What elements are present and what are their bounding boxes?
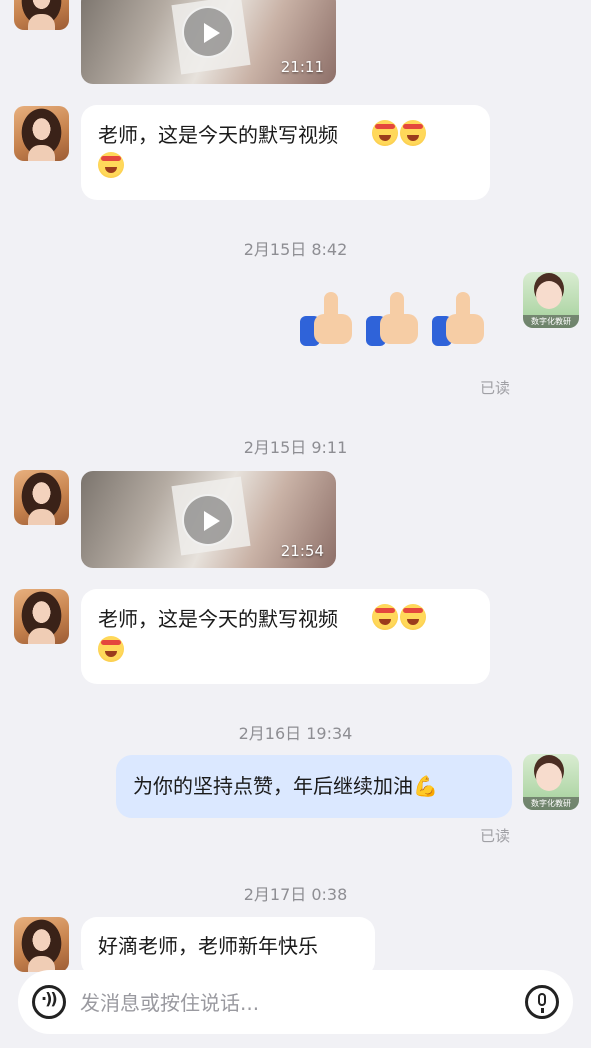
message-bubble[interactable]: 好滴老师，老师新年快乐 bbox=[81, 917, 375, 977]
play-icon[interactable] bbox=[182, 6, 234, 58]
timestamp: 2月16日 19:34 bbox=[238, 724, 353, 743]
microphone-icon[interactable] bbox=[525, 985, 559, 1019]
avatar-caption: 数字化教研 bbox=[523, 315, 579, 328]
message-text: 老师，这是今天的默写视频 bbox=[98, 123, 338, 147]
video-message[interactable]: 21:54 bbox=[81, 471, 336, 568]
voice-icon[interactable] bbox=[32, 985, 66, 1019]
student-avatar[interactable] bbox=[14, 106, 69, 161]
message-text: 为你的坚持点赞，年后继续加油 bbox=[133, 774, 413, 798]
message-input-bar[interactable]: 发消息或按住说话... bbox=[18, 970, 573, 1034]
grin-emoji-icon bbox=[372, 120, 399, 146]
thumbs-up-icon bbox=[432, 292, 488, 348]
message-input[interactable]: 发消息或按住说话... bbox=[80, 987, 259, 1016]
student-avatar[interactable] bbox=[14, 589, 69, 644]
message-bubble[interactable]: 老师，这是今天的默写视频 bbox=[81, 105, 490, 200]
thumbs-up-emoji-message[interactable] bbox=[300, 292, 490, 352]
thumbs-up-icon bbox=[366, 292, 422, 348]
message-text: 老师，这是今天的默写视频 bbox=[98, 607, 338, 631]
video-duration: 21:54 bbox=[280, 542, 324, 560]
video-duration: 21:11 bbox=[280, 58, 324, 76]
video-message[interactable]: 21:11 bbox=[81, 0, 336, 84]
timestamp: 2月15日 8:42 bbox=[243, 240, 348, 259]
student-avatar[interactable] bbox=[14, 470, 69, 525]
teacher-avatar[interactable]: 数字化教研 bbox=[523, 272, 579, 328]
read-status: 已读 bbox=[479, 827, 510, 845]
teacher-avatar[interactable]: 数字化教研 bbox=[523, 754, 579, 810]
read-status: 已读 bbox=[479, 379, 510, 397]
student-avatar[interactable] bbox=[14, 917, 69, 972]
timestamp: 2月15日 9:11 bbox=[243, 438, 348, 457]
message-bubble-mine[interactable]: 为你的坚持点赞，年后继续加油💪 bbox=[116, 755, 512, 818]
play-icon[interactable] bbox=[182, 494, 234, 546]
grin-emoji-icon bbox=[98, 636, 124, 662]
grin-emoji-icon bbox=[98, 152, 124, 178]
message-bubble[interactable]: 老师，这是今天的默写视频 bbox=[81, 589, 490, 684]
grin-emoji-icon bbox=[400, 120, 427, 146]
grin-emoji-icon bbox=[372, 604, 399, 630]
timestamp: 2月17日 0:38 bbox=[243, 885, 348, 904]
student-avatar[interactable] bbox=[14, 0, 69, 30]
thumbs-up-icon bbox=[300, 292, 356, 348]
grin-emoji-icon bbox=[400, 604, 427, 630]
avatar-caption: 数字化教研 bbox=[523, 797, 579, 810]
message-text: 好滴老师，老师新年快乐 bbox=[98, 934, 318, 958]
flexed-arm-emoji-icon: 💪 bbox=[413, 774, 438, 798]
